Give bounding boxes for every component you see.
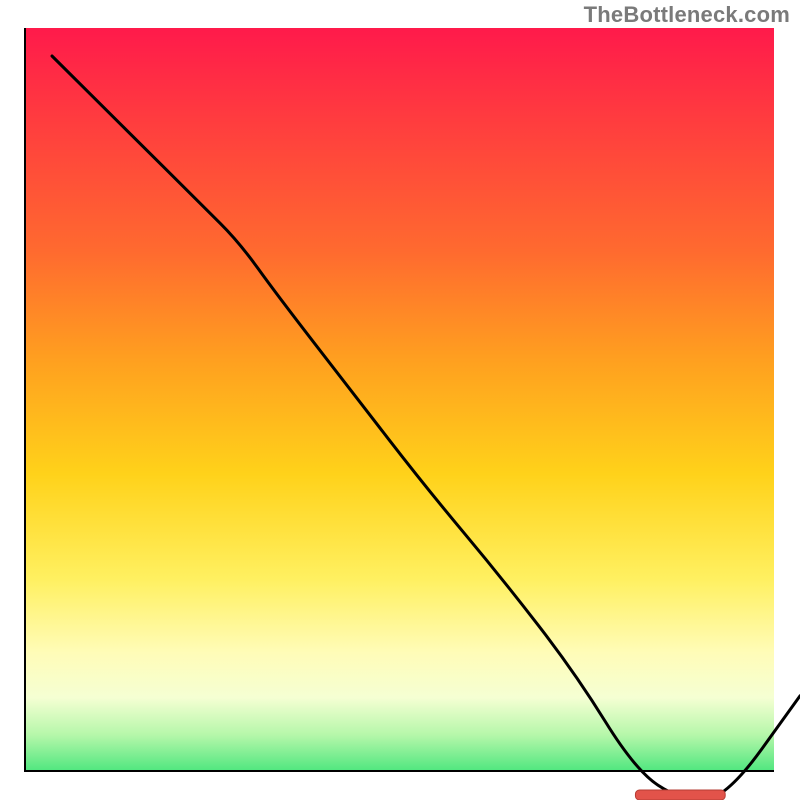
- bottleneck-curve: [52, 56, 800, 800]
- plot-area: [26, 28, 774, 772]
- attribution-text: TheBottleneck.com: [584, 2, 790, 28]
- optimal-zone-marker: [635, 790, 725, 800]
- x-axis: [26, 770, 774, 772]
- chart-overlay: [52, 56, 800, 800]
- y-axis: [24, 28, 26, 772]
- chart-frame: TheBottleneck.com: [0, 0, 800, 800]
